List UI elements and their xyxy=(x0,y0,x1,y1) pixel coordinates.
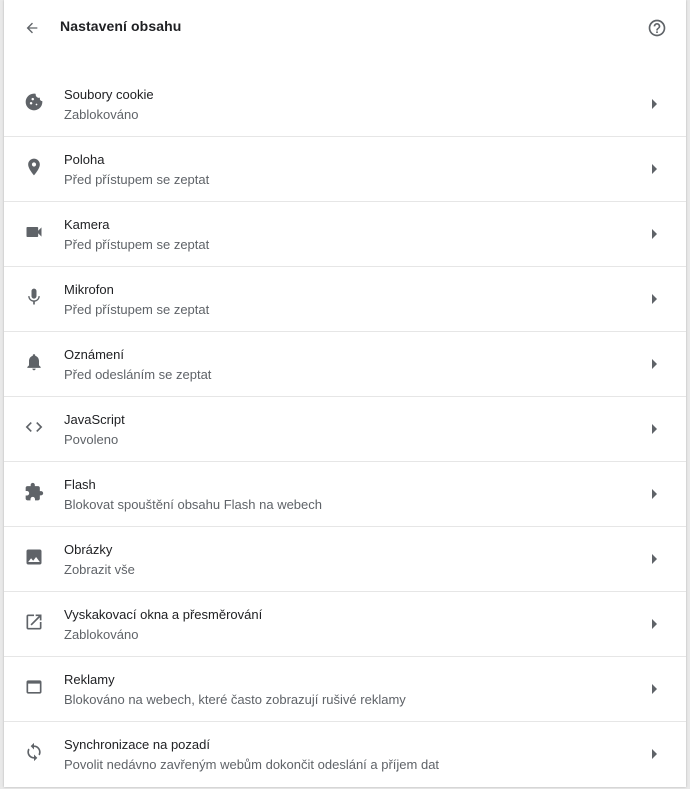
page-header: Nastavení obsahu xyxy=(4,0,686,56)
settings-row-subtitle: Povoleno xyxy=(64,432,119,447)
settings-row-subtitle: Před přístupem se zeptat xyxy=(64,172,210,187)
settings-row-subtitle: Před přístupem se zeptat xyxy=(64,302,210,317)
chevron-right-icon xyxy=(650,228,660,240)
settings-row-text: Kamera Před přístupem se zeptat xyxy=(64,216,209,254)
settings-row-text: Poloha Před přístupem se zeptat xyxy=(64,151,209,189)
settings-row-title: Obrázky xyxy=(64,542,113,557)
settings-row-title: Synchronizace na pozadí xyxy=(64,737,210,752)
settings-row-subtitle: Blokovat spouštění obsahu Flash na webec… xyxy=(64,497,323,512)
settings-row-title: Oznámení xyxy=(64,347,124,362)
settings-row-cookie[interactable]: Soubory cookie Zablokováno xyxy=(4,72,686,136)
settings-row-microphone[interactable]: Mikrofon Před přístupem se zeptat xyxy=(4,266,686,331)
settings-row-text: Obrázky Zobrazit vše xyxy=(64,541,135,579)
settings-row-title: Soubory cookie xyxy=(64,87,154,102)
settings-list: Soubory cookie Zablokováno Poloha Před přís… xyxy=(4,72,686,786)
settings-row-title: Reklamy xyxy=(64,672,115,687)
settings-row-title: Flash xyxy=(64,477,96,492)
image-icon xyxy=(24,547,44,567)
chevron-right-icon xyxy=(650,618,660,630)
chevron-right-icon xyxy=(650,98,660,110)
chevron-right-icon xyxy=(650,488,660,500)
chevron-right-icon xyxy=(650,163,660,175)
chevron-right-icon xyxy=(650,293,660,305)
settings-row-text: Reklamy Blokováno na webech, které často … xyxy=(64,671,406,709)
settings-row-subtitle: Před odesláním se zeptat xyxy=(64,367,212,382)
settings-row-image[interactable]: Obrázky Zobrazit vše xyxy=(4,526,686,591)
settings-row-text: Vyskakovací okna a přesměrování Zabloková… xyxy=(64,606,262,644)
settings-row-subtitle: Zablokováno xyxy=(64,107,139,122)
arrow-back-icon xyxy=(24,20,40,36)
chevron-right-icon xyxy=(650,358,660,370)
settings-row-subtitle: Blokováno na webech, které často zobrazu… xyxy=(64,692,406,707)
settings-row-title: Kamera xyxy=(64,217,110,232)
help-icon xyxy=(647,18,667,38)
settings-row-title: Vyskakovací okna a přesměrování xyxy=(64,607,263,622)
settings-row-sync[interactable]: Synchronizace na pozadí Povolit nedávno z… xyxy=(4,721,686,786)
content-settings-card: Nastavení obsahu Soubory cookie Zabloková… xyxy=(4,0,686,787)
settings-row-text: Flash Blokovat spouštění obsahu Flash na … xyxy=(64,476,322,514)
settings-row-bell[interactable]: Oznámení Před odesláním se zeptat xyxy=(4,331,686,396)
cookie-icon xyxy=(24,92,44,112)
web-window-icon xyxy=(24,677,44,697)
microphone-icon xyxy=(24,287,44,307)
settings-row-text: Mikrofon Před přístupem se zeptat xyxy=(64,281,209,319)
settings-row-code-brackets[interactable]: JavaScript Povoleno xyxy=(4,396,686,461)
chevron-right-icon xyxy=(650,423,660,435)
settings-row-subtitle: Povolit nedávno zavřeným webům dokončit … xyxy=(64,757,440,772)
settings-row-subtitle: Zobrazit vše xyxy=(64,562,135,577)
bell-icon xyxy=(24,352,44,372)
chevron-right-icon xyxy=(650,748,660,760)
settings-row-title: Mikrofon xyxy=(64,282,114,297)
settings-row-subtitle: Před přístupem se zeptat xyxy=(64,237,210,252)
help-button[interactable] xyxy=(646,17,668,39)
settings-row-subtitle: Zablokováno xyxy=(64,627,139,642)
settings-row-videocam[interactable]: Kamera Před přístupem se zeptat xyxy=(4,201,686,266)
back-button[interactable] xyxy=(20,16,44,40)
sync-icon xyxy=(24,742,44,762)
settings-row-text: Oznámení Před odesláním se zeptat xyxy=(64,346,211,384)
settings-row-text: Soubory cookie Zablokováno xyxy=(64,86,154,124)
chevron-right-icon xyxy=(650,683,660,695)
page-title: Nastavení obsahu xyxy=(60,18,182,34)
settings-row-puzzle-piece[interactable]: Flash Blokovat spouštění obsahu Flash na … xyxy=(4,461,686,526)
puzzle-piece-icon xyxy=(24,482,44,502)
videocam-icon xyxy=(24,222,44,242)
location-pin-icon xyxy=(24,157,44,177)
code-brackets-icon xyxy=(24,417,44,437)
chevron-right-icon xyxy=(650,553,660,565)
open-in-new-icon xyxy=(24,612,44,632)
settings-row-web-window[interactable]: Reklamy Blokováno na webech, které často … xyxy=(4,656,686,721)
settings-row-text: Synchronizace na pozadí Povolit nedávno z… xyxy=(64,736,439,774)
settings-row-location-pin[interactable]: Poloha Před přístupem se zeptat xyxy=(4,136,686,201)
settings-row-title: Poloha xyxy=(64,152,105,167)
settings-row-open-in-new[interactable]: Vyskakovací okna a přesměrování Zabloková… xyxy=(4,591,686,656)
settings-row-title: JavaScript xyxy=(64,412,125,427)
settings-row-text: JavaScript Povoleno xyxy=(64,411,125,449)
